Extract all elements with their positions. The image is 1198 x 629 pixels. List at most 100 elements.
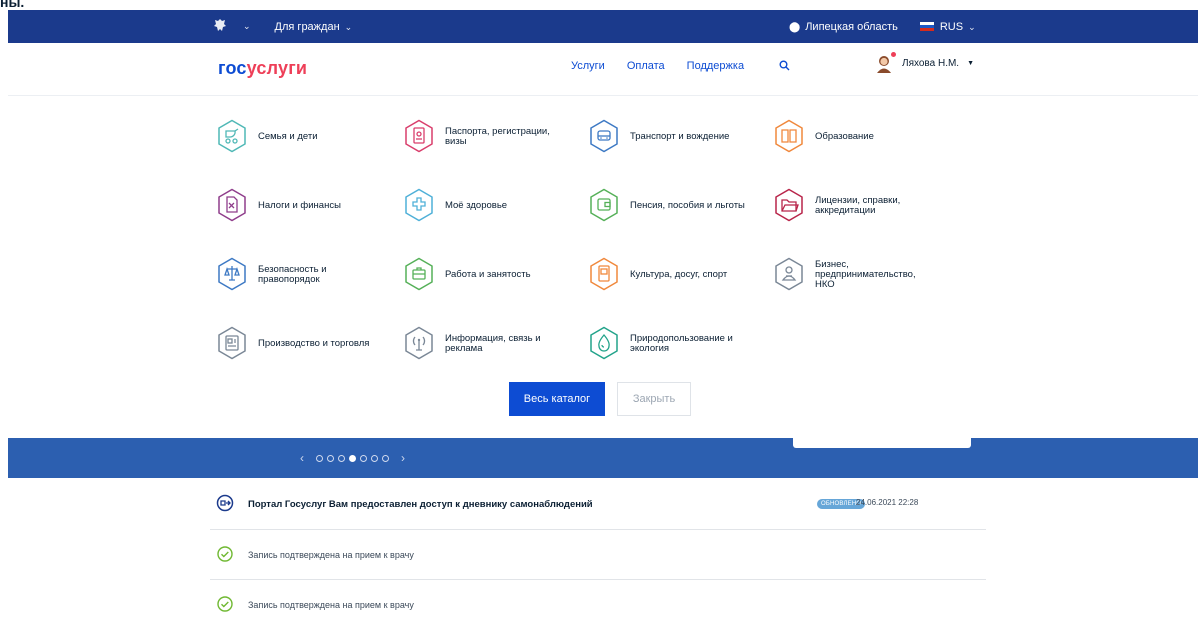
category-item[interactable]: Природопользование и экология [588, 326, 773, 362]
doc-label: ны. [0, 0, 25, 10]
check-circle-icon [210, 595, 248, 615]
folder-icon [773, 188, 815, 225]
category-item[interactable]: Моё здоровье [403, 188, 588, 224]
category-item[interactable]: Пенсия, пособия и льготы [588, 188, 773, 224]
category-item[interactable]: Работа и занятость [403, 257, 588, 293]
factory-card-icon [216, 326, 258, 363]
car-icon [588, 119, 630, 156]
business-person-icon [773, 257, 815, 294]
category-item[interactable]: Информация, связь и реклама [403, 326, 588, 362]
category-item[interactable]: Налоги и финансы [216, 188, 403, 224]
antenna-icon [403, 326, 445, 363]
feed-item[interactable]: Запись подтверждена на прием к врачу [210, 530, 986, 580]
passport-icon [403, 119, 445, 156]
region-selector[interactable]: ⬤ Липецкая область [789, 21, 898, 33]
site-header: госуслуги Услуги Оплата Поддержка Ляхова… [8, 43, 1198, 95]
feed-item[interactable]: Запись подтверждена на прием к врачу [210, 580, 986, 629]
slider-dot[interactable] [338, 454, 345, 462]
nav-services[interactable]: Услуги [571, 60, 605, 72]
category-label: Культура, досуг, спорт [630, 269, 728, 281]
tax-document-icon [216, 188, 258, 225]
language-selector[interactable]: RUS ⌄ [919, 20, 976, 33]
category-label: Налоги и финансы [258, 200, 341, 212]
chevron-down-icon: ⌄ [344, 21, 353, 32]
water-drop-icon [588, 326, 630, 363]
book-icon [773, 119, 815, 156]
slider-prev-icon[interactable]: ‹ [300, 451, 304, 465]
slider-dot[interactable] [349, 454, 356, 462]
category-label: Работа и занятость [445, 269, 531, 281]
wallet-icon [588, 188, 630, 225]
slider-dot[interactable] [316, 454, 323, 462]
check-circle-icon [210, 545, 248, 565]
avatar [874, 52, 896, 73]
top-bar: ⌄ Для граждан ⌄ ⬤ Липецкая область RUS ⌄ [8, 10, 1198, 43]
category-item[interactable]: Бизнес, предпринимательство, НКО [773, 257, 963, 293]
logo-part-gos: гос [218, 58, 247, 78]
slider-dot[interactable] [382, 454, 389, 462]
slider-dot[interactable] [371, 454, 378, 462]
feed-item-date: 24.06.2021 22:28 [856, 498, 919, 507]
category-item[interactable]: Образование [773, 119, 963, 155]
catalog-actions: Весь каталог Закрыть [509, 382, 691, 416]
services-catalog-menu: Семья и дети Паспорта, регистрации, визы Т… [216, 119, 976, 362]
region-label: Липецкая область [805, 20, 898, 33]
category-label: Производство и торговля [258, 338, 370, 350]
nav-payment[interactable]: Оплата [627, 60, 665, 72]
logo-part-uslugi: услуги [246, 58, 308, 78]
category-item[interactable]: Безопасность и правопорядок [216, 257, 403, 293]
category-item[interactable]: Культура, досуг, спорт [588, 257, 773, 293]
audience-dropdown[interactable]: Для граждан ⌄ [275, 21, 353, 33]
portal-login-icon [210, 494, 248, 515]
category-label: Пенсия, пособия и льготы [630, 200, 745, 212]
page-fragment: ны. [0, 0, 1198, 10]
chevron-down-icon[interactable]: ⌄ [243, 21, 251, 32]
category-item[interactable]: Паспорта, регистрации, визы [403, 119, 588, 155]
scales-icon [216, 257, 258, 294]
banner-card [793, 438, 971, 448]
category-item[interactable]: Семья и дети [216, 119, 403, 155]
coat-of-arms-icon[interactable] [212, 17, 228, 36]
category-label: Образование [815, 131, 874, 143]
main-nav: Услуги Оплата Поддержка [571, 60, 744, 72]
close-button[interactable]: Закрыть [617, 382, 691, 416]
search-icon[interactable] [779, 60, 790, 74]
promo-banner: ‹ › [8, 438, 1198, 478]
category-label: Информация, связь и реклама [445, 333, 541, 354]
feed-item-text: Запись подтверждена на прием к врачу [248, 549, 414, 560]
notification-feed: Портал Госуслуг Вам предоставлен доступ … [210, 480, 986, 629]
category-item[interactable]: Лицензии, справки, аккредитации [773, 188, 963, 224]
slider-next-icon[interactable]: › [401, 451, 405, 465]
category-label: Лицензии, справки, аккредитации [815, 195, 901, 216]
feed-item-text: Запись подтверждена на прием к врачу [248, 599, 414, 610]
category-label: Природопользование и экология [630, 333, 733, 354]
category-item[interactable]: Транспорт и вождение [588, 119, 773, 155]
user-name: Ляхова Н.М. [902, 57, 960, 69]
caret-down-icon: ▼ [967, 59, 975, 67]
audience-label: Для граждан [274, 20, 340, 33]
user-menu[interactable]: Ляхова Н.М. ▼ [874, 52, 975, 73]
notification-dot [891, 52, 896, 57]
banner-slider-controls: ‹ › [292, 451, 413, 465]
header-divider [8, 95, 1198, 96]
slider-dot[interactable] [360, 454, 367, 462]
russian-flag-icon [919, 22, 934, 32]
category-label: Безопасность и правопорядок [258, 264, 327, 285]
category-item[interactable]: Производство и торговля [216, 326, 403, 362]
location-pin-icon: ⬤ [789, 21, 801, 33]
medical-cross-icon [403, 188, 445, 225]
feed-item-text: Портал Госуслуг Вам предоставлен доступ … [248, 499, 593, 510]
theater-icon [588, 257, 630, 294]
feed-item[interactable]: Портал Госуслуг Вам предоставлен доступ … [210, 480, 986, 530]
slider-dot[interactable] [327, 454, 334, 462]
category-label: Бизнес, предпринимательство, НКО [815, 259, 916, 290]
nav-support[interactable]: Поддержка [687, 60, 744, 72]
language-label: RUS [939, 20, 964, 33]
category-label: Моё здоровье [445, 200, 508, 212]
gosuslugi-logo[interactable]: госуслуги [218, 58, 307, 79]
briefcase-icon [403, 257, 445, 294]
category-label: Семья и дети [258, 131, 318, 143]
category-label: Паспорта, регистрации, визы [445, 126, 550, 147]
category-label: Транспорт и вождение [630, 131, 730, 143]
all-catalog-button[interactable]: Весь каталог [509, 382, 605, 416]
